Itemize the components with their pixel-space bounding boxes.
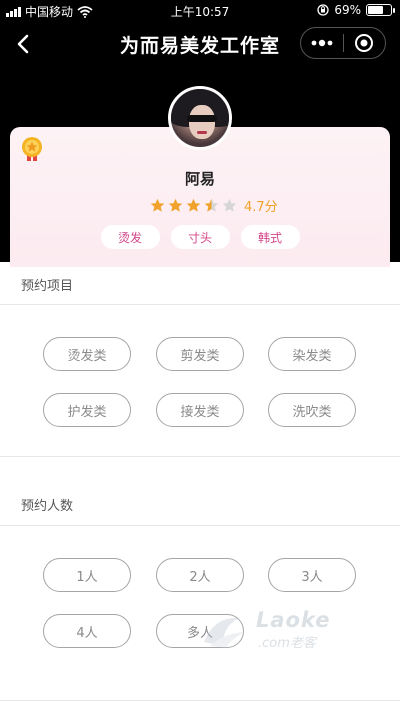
- nav-bar: 为而易美发工作室: [0, 22, 400, 66]
- divider: [0, 304, 400, 305]
- service-option-wash-blow[interactable]: 洗吹类: [268, 393, 356, 427]
- star-icon: [168, 198, 183, 212]
- tag-perm: 烫发: [100, 225, 160, 249]
- divider: [0, 700, 400, 701]
- battery-fill: [368, 6, 384, 14]
- service-option-extension[interactable]: 接发类: [156, 393, 244, 427]
- mini-program-capsule: [300, 27, 386, 59]
- rating: 4.7分: [150, 196, 278, 215]
- close-button[interactable]: [343, 28, 385, 58]
- service-option-cut[interactable]: 剪发类: [156, 337, 244, 371]
- star-icon: [222, 198, 237, 212]
- more-button[interactable]: [301, 28, 343, 58]
- more-dots-icon: [311, 39, 333, 47]
- star-icon: [204, 198, 219, 212]
- tag-buzz-cut: 寸头: [170, 225, 230, 249]
- watermark-logo-icon: [204, 617, 244, 648]
- service-option-perm[interactable]: 烫发类: [43, 337, 131, 371]
- watermark-sub: .com老客: [258, 636, 316, 651]
- tag-korean: 韩式: [240, 225, 300, 249]
- avatar[interactable]: [168, 86, 232, 150]
- status-right: 69%: [317, 3, 395, 17]
- people-option-4[interactable]: 4人: [43, 614, 131, 648]
- rating-score: 4.7分: [244, 199, 278, 215]
- service-option-care[interactable]: 护发类: [43, 393, 131, 427]
- battery-icon: [366, 4, 395, 16]
- stylist-name: 阿易: [184, 170, 215, 188]
- people-option-2[interactable]: 2人: [156, 558, 244, 592]
- people-title: 预约人数: [21, 499, 74, 514]
- star-icon: [150, 198, 165, 212]
- section-gap: [0, 457, 400, 481]
- medal-icon: [22, 137, 42, 161]
- status-bar: 中国移动 上午10:57 69%: [0, 0, 400, 22]
- watermark-brand: Laoke: [256, 608, 331, 632]
- orientation-lock-icon: [317, 4, 329, 16]
- target-circle-icon: [355, 34, 374, 52]
- watermark: Laoke .com老客: [200, 606, 350, 656]
- people-option-1[interactable]: 1人: [43, 558, 131, 592]
- services-title: 预约项目: [21, 279, 74, 294]
- stylist-tags: 烫发 寸头 韩式: [0, 225, 400, 249]
- star-icon: [186, 198, 201, 212]
- rating-stars: [150, 198, 240, 213]
- people-option-3[interactable]: 3人: [268, 558, 356, 592]
- divider: [0, 525, 400, 526]
- battery-percent: 69%: [334, 3, 361, 17]
- service-option-dye[interactable]: 染发类: [268, 337, 356, 371]
